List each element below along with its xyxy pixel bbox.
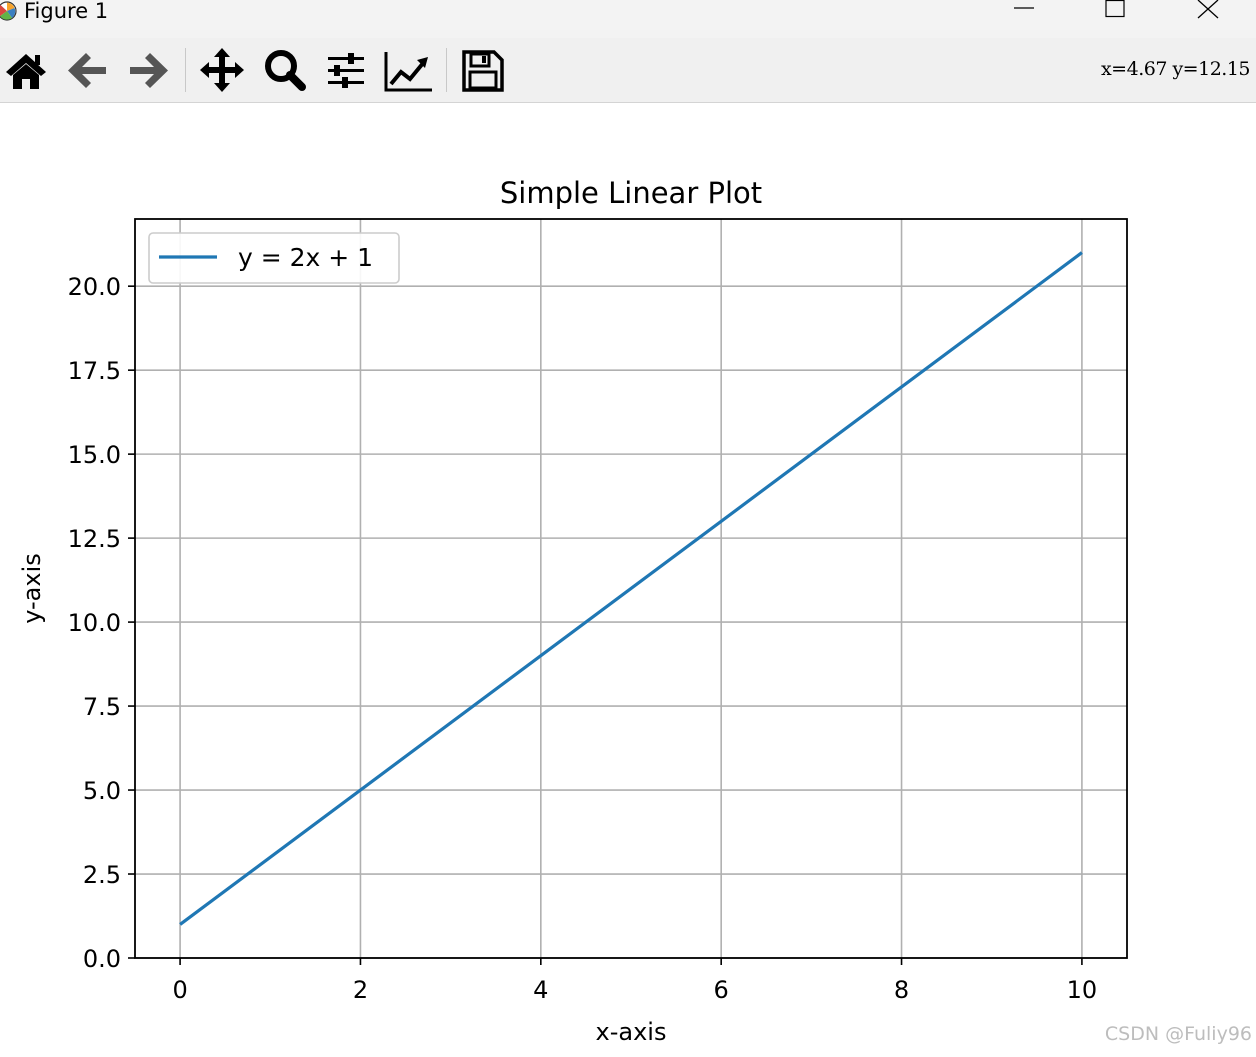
forward-button[interactable]: [124, 46, 172, 94]
magnifier-icon: [265, 50, 306, 91]
maximize-icon: [1105, 0, 1125, 18]
sliders-icon: [328, 53, 364, 88]
y-tick-label: 12.5: [68, 525, 121, 553]
back-button[interactable]: [64, 46, 112, 94]
legend-label: y = 2x + 1: [238, 243, 373, 272]
arrow-right-icon: [130, 53, 168, 88]
cursor-coordinates: x=4.67 y=12.15: [1100, 58, 1251, 80]
minimize-icon: [1014, 7, 1034, 9]
pan-button[interactable]: [198, 46, 246, 94]
window-title-bar: Figure 1: [0, 0, 1256, 38]
close-button[interactable]: [1188, 0, 1228, 22]
x-tick-label: 2: [353, 976, 368, 1004]
figure-canvas[interactable]: 0 2 4 6 8 10 0.0 2.5 5.0 7.5 10.0 12.5 15.0 17.5 20.0 S…: [0, 103, 1256, 1053]
zoom-button[interactable]: [260, 46, 308, 94]
y-tick-label: 15.0: [68, 441, 121, 469]
home-icon: [6, 54, 46, 89]
y-tick-label: 17.5: [68, 357, 121, 385]
y-tick-label: 20.0: [68, 273, 121, 301]
y-tick-label: 0.0: [83, 945, 121, 973]
arrow-left-icon: [68, 53, 106, 88]
close-icon: [1197, 0, 1219, 19]
matplotlib-logo-icon: [0, 1, 17, 21]
edit-axis-button[interactable]: [384, 46, 432, 94]
y-tick-label: 5.0: [83, 777, 121, 805]
save-button[interactable]: [458, 46, 506, 94]
move-icon: [200, 48, 244, 92]
y-tick-label: 7.5: [83, 693, 121, 721]
maximize-button[interactable]: [1095, 0, 1135, 22]
chart-title: Simple Linear Plot: [500, 176, 762, 210]
y-tick-label: 10.0: [68, 609, 121, 637]
y-axis-label: y-axis: [18, 553, 46, 624]
configure-subplots-button[interactable]: [322, 46, 370, 94]
x-tick-label: 0: [172, 976, 187, 1004]
x-tick-label: 8: [894, 976, 909, 1004]
watermark: CSDN @Fuliy96: [1104, 1023, 1252, 1045]
x-tick-label: 6: [714, 976, 729, 1004]
toolbar-separator: [185, 48, 186, 92]
toolbar-separator: [446, 48, 447, 92]
x-tick-label: 4: [533, 976, 548, 1004]
line-chart-icon: [384, 52, 432, 92]
line-chart[interactable]: 0 2 4 6 8 10 0.0 2.5 5.0 7.5 10.0 12.5 15.0 17.5 20.0 S…: [0, 103, 1256, 1053]
navigation-toolbar: x=4.67 y=12.15: [0, 38, 1256, 103]
y-tick-label: 2.5: [83, 861, 121, 889]
x-axis-label: x-axis: [596, 1018, 667, 1046]
floppy-disk-icon: [462, 50, 504, 92]
home-button[interactable]: [2, 46, 50, 94]
window-title: Figure 1: [24, 0, 109, 23]
minimize-button[interactable]: [1004, 0, 1044, 22]
x-tick-label: 10: [1067, 976, 1098, 1004]
